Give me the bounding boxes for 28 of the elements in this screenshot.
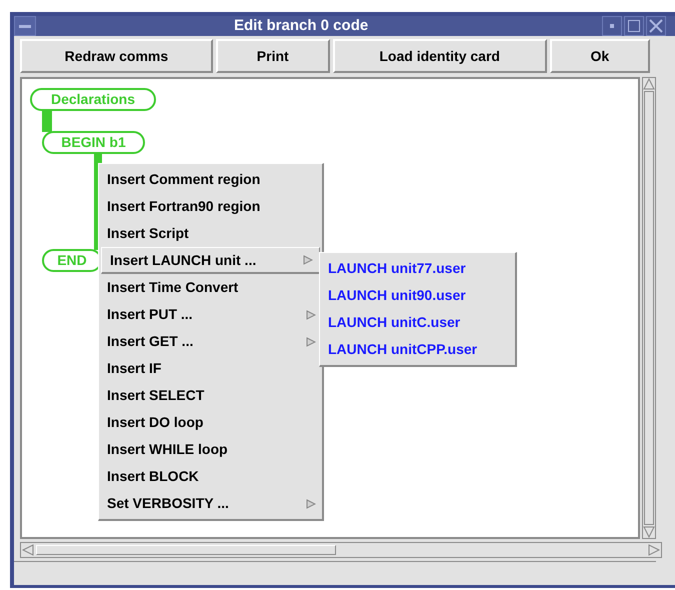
menu-item[interactable]: Insert DO loop [99, 409, 322, 436]
scrollbar-thumb[interactable] [644, 91, 654, 525]
minimize-button[interactable] [602, 16, 622, 36]
toolbar-button[interactable]: Load identity card [332, 39, 547, 73]
submenu-item[interactable]: LAUNCH unit77.user [320, 255, 515, 282]
menu-item[interactable]: Insert BLOCK [99, 463, 322, 490]
menu-item[interactable]: Insert Script [99, 220, 322, 247]
menu-item[interactable]: Insert SELECT [99, 382, 322, 409]
close-button[interactable] [646, 16, 666, 36]
maximize-button[interactable] [624, 16, 644, 36]
window-menu-button[interactable] [14, 16, 36, 36]
menu-item[interactable]: Insert Fortran90 region [99, 193, 322, 220]
menu-item[interactable]: Set VERBOSITY ... [99, 490, 322, 517]
menu-item[interactable]: Insert WHILE loop [99, 436, 322, 463]
toolbar-button[interactable]: Ok [550, 39, 650, 73]
menu-item[interactable]: Insert PUT ... [99, 301, 322, 328]
close-icon [649, 19, 663, 33]
toolbar-button[interactable]: Print [216, 39, 330, 73]
menu-item[interactable]: Insert IF [99, 355, 322, 382]
toolbar-button[interactable]: Redraw comms [20, 39, 213, 73]
menu-item[interactable]: Insert LAUNCH unit ... [101, 247, 320, 274]
submenu-item[interactable]: LAUNCH unitCPP.user [320, 336, 515, 363]
menu-item[interactable]: Insert GET ... [99, 328, 322, 355]
menu-item[interactable]: Insert Time Convert [99, 274, 322, 301]
menu-item[interactable]: Insert Comment region [99, 166, 322, 193]
submenu-item[interactable]: LAUNCH unitC.user [320, 309, 515, 336]
window-title: Edit branch 0 code [234, 16, 368, 36]
submenu-item[interactable]: LAUNCH unit90.user [320, 282, 515, 309]
